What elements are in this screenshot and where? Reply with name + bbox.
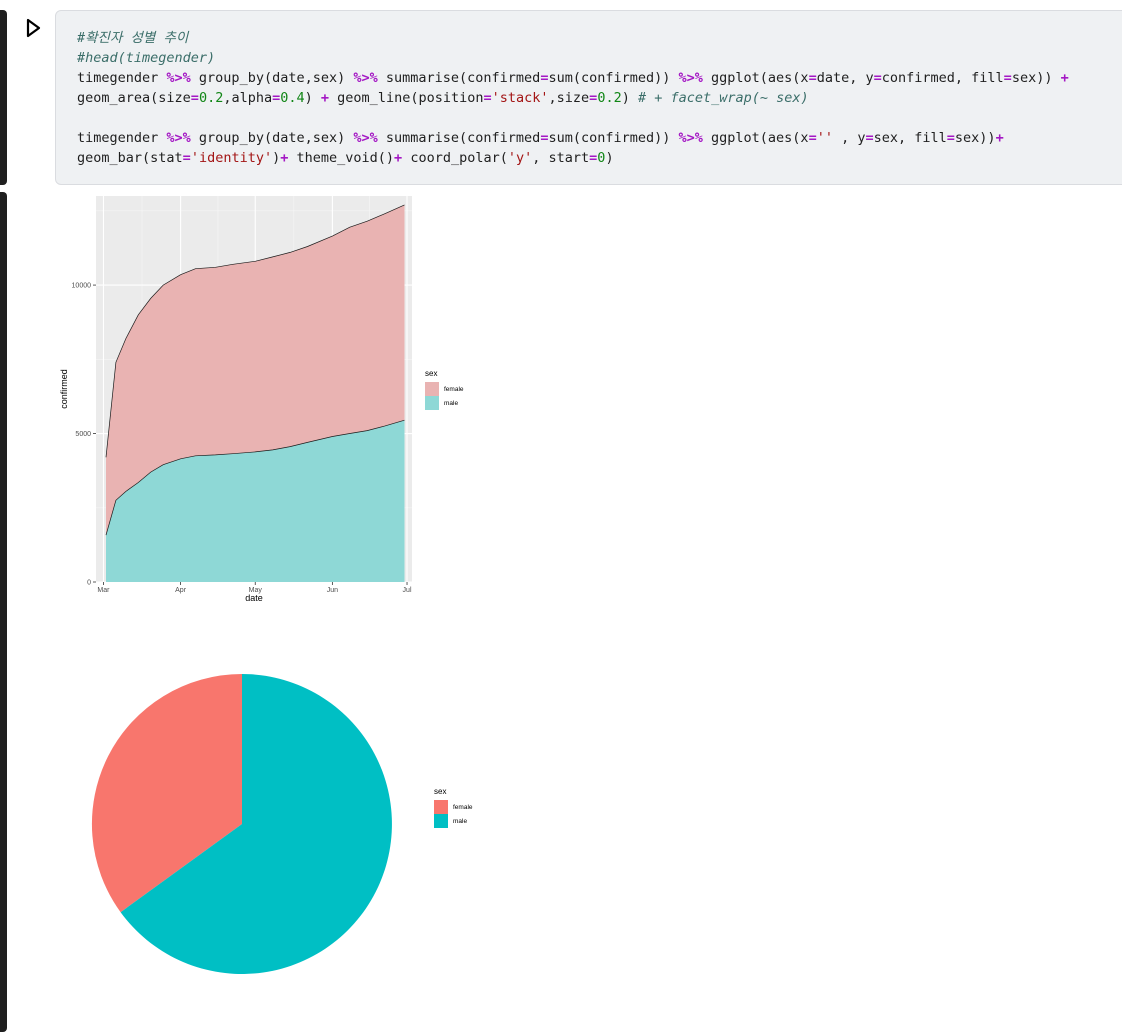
code-line: timegender %>% group_by(date,sex) %>% su… bbox=[77, 70, 1069, 86]
legend-label-female: female bbox=[453, 804, 473, 811]
x-tick-label: Jun bbox=[327, 587, 338, 594]
code-line: geom_area(size=0.2,alpha=0.4) + geom_lin… bbox=[77, 90, 809, 106]
legend-key-male bbox=[434, 814, 448, 828]
legend-key-female bbox=[434, 800, 448, 814]
x-axis-label: date bbox=[245, 593, 263, 603]
code-editor[interactable]: #확진자 성별 추이 #head(timegender) timegender %>… bbox=[77, 28, 1069, 168]
y-axis-label: confirmed bbox=[59, 369, 69, 409]
pie-chart: sex female male bbox=[91, 674, 473, 974]
legend-key-female bbox=[425, 382, 439, 396]
x-tick-label: Apr bbox=[175, 587, 187, 594]
code-line: #head(timegender) bbox=[77, 50, 216, 66]
run-cell-button[interactable] bbox=[24, 18, 44, 38]
play-icon bbox=[26, 18, 41, 38]
x-tick-label: Jul bbox=[403, 587, 412, 594]
legend-title: sex bbox=[425, 369, 437, 378]
legend-title: sex bbox=[434, 787, 446, 796]
y-tick-label: 0 bbox=[87, 580, 91, 587]
cell-output: 0 5000 10000 Mar Apr May Jun Jul date confirmed se… bbox=[0, 186, 500, 974]
code-line: #확진자 성별 추이 bbox=[77, 30, 189, 46]
code-line: geom_bar(stat='identity')+ theme_void()+… bbox=[77, 150, 614, 166]
legend-label-male: male bbox=[453, 818, 467, 825]
cell-gutter-bar bbox=[0, 10, 7, 185]
legend-label-male: male bbox=[444, 400, 458, 407]
legend-key-male bbox=[425, 396, 439, 410]
code-cell[interactable]: #확진자 성별 추이 #head(timegender) timegender %>… bbox=[55, 10, 1122, 185]
y-tick-label: 10000 bbox=[72, 283, 92, 290]
code-line: timegender %>% group_by(date,sex) %>% su… bbox=[77, 130, 1004, 146]
legend-label-female: female bbox=[444, 386, 464, 393]
x-tick-label: Mar bbox=[97, 587, 110, 594]
y-tick-label: 5000 bbox=[75, 431, 91, 438]
area-chart: 0500010000Mar Apr May Jun Juldateconfirmed se… bbox=[59, 196, 464, 603]
